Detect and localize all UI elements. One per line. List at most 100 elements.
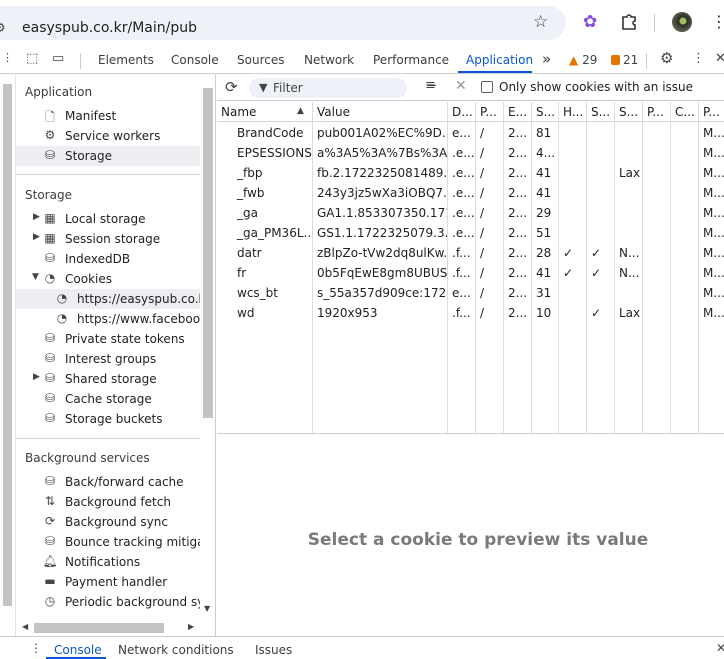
sidebar-item-bounce-tracking[interactable]: ⛁ Bounce tracking mitigations: [16, 532, 200, 552]
expand-arrow-icon[interactable]: ▶: [33, 212, 40, 222]
table-row[interactable]: _fwb 243y3jz5wXa3iOBQ7... .e... / 2... 41 M...: [217, 183, 724, 203]
sidebar-item-storage-buckets[interactable]: ⛁ Storage buckets: [16, 409, 200, 429]
sidebar-item-cookies[interactable]: ▼ ◔ Cookies: [16, 269, 200, 289]
delete-selected-icon[interactable]: ✕: [455, 78, 467, 94]
sidebar-vertical-scrollbar[interactable]: ▼: [202, 74, 214, 624]
tab-sources[interactable]: Sources: [237, 53, 284, 67]
site-settings-icon[interactable]: ⚙: [0, 21, 6, 36]
inspect-element-icon[interactable]: ⬚: [26, 51, 38, 66]
sidebar-item-private-state-tokens[interactable]: ⛁ Private state tokens: [16, 329, 200, 349]
left-scroll-thumb[interactable]: [3, 84, 12, 606]
table-row[interactable]: _ga GA1.1.853307350.171... .e... / 2... 29 M..…: [217, 203, 724, 223]
extensions-puzzle-icon[interactable]: [620, 12, 638, 30]
collapse-arrow-icon[interactable]: ▼: [32, 272, 39, 282]
preview-message: Select a cookie to preview its value: [307, 530, 649, 550]
sidebar-item-session-storage[interactable]: ▶ ▦ Session storage: [16, 229, 200, 249]
scroll-left-icon[interactable]: ◀: [22, 622, 28, 631]
col-value-header[interactable]: Value: [313, 102, 448, 122]
filter-input[interactable]: [273, 80, 401, 96]
tab-console[interactable]: Console: [171, 53, 219, 67]
col-size-header[interactable]: S...: [532, 102, 559, 122]
scroll-right-icon[interactable]: ▶: [188, 622, 194, 631]
table-row[interactable]: wcs_bt s_55a357d909ce:172... e... / 2... 31 M.…: [217, 283, 724, 303]
expand-arrow-icon[interactable]: ▶: [33, 372, 40, 382]
scroll-down-icon[interactable]: ▼: [204, 604, 210, 613]
drawer-tab-issues[interactable]: Issues: [255, 643, 292, 657]
sidebar-item-manifest[interactable]: 🗋 Manifest: [16, 106, 200, 126]
col-httponly-header[interactable]: H...: [559, 102, 587, 122]
column-divider[interactable]: [447, 102, 448, 433]
sidebar-item-service-workers[interactable]: ⚙ Service workers: [16, 126, 200, 146]
tab-application[interactable]: Application: [466, 53, 533, 67]
col-domain-header[interactable]: D...: [448, 102, 476, 122]
sidebar-item-cache-storage[interactable]: ⛁ Cache storage: [16, 389, 200, 409]
drawer-tab-network-conditions[interactable]: Network conditions: [118, 643, 234, 657]
browser-menu-icon[interactable]: ⋮: [711, 12, 724, 31]
settings-gear-icon[interactable]: ⚙: [660, 49, 673, 67]
col-path-header[interactable]: P...: [476, 102, 504, 122]
col-secure-header[interactable]: S...: [587, 102, 615, 122]
table-row[interactable]: fr 0b5FqEwE8gm8UBUS... .f... / 2... 41 ✓ ✓ N... M…: [217, 263, 724, 283]
table-row[interactable]: _ga_PM36L... GS1.1.1722325079.3.... .e... /…: [217, 223, 724, 243]
extension-icon[interactable]: ✿: [583, 12, 597, 32]
issues-counter[interactable]: 21: [611, 53, 638, 67]
column-divider[interactable]: [312, 102, 313, 433]
table-row[interactable]: BrandCode pub001A02%EC%9D... e... / 2... 81 M.…: [217, 123, 724, 143]
sidebar-item-background-sync[interactable]: ⟳ Background sync: [16, 512, 200, 532]
column-divider[interactable]: [558, 102, 559, 433]
col-partition-key-header[interactable]: P...: [643, 102, 671, 122]
sidebar-item-payment-handler[interactable]: ▬ Payment handler: [16, 572, 200, 592]
refresh-icon[interactable]: ⟳: [225, 78, 238, 96]
close-devtools-icon[interactable]: ✕: [715, 51, 724, 66]
profile-avatar[interactable]: [672, 12, 692, 32]
devtools-menu-icon[interactable]: ⋮: [692, 51, 705, 66]
sidebar-item-cookie-facebook[interactable]: ◔ https://www.facebook.com: [16, 309, 200, 329]
sidebar-item-shared-storage[interactable]: ▶ ⛁ Shared storage: [16, 369, 200, 389]
sidebar-item-interest-groups[interactable]: ⛁ Interest groups: [16, 349, 200, 369]
table-row[interactable]: wd 1920x953 .f... / 2... 10 ✓ Lax M...: [217, 303, 724, 323]
column-divider[interactable]: [698, 102, 699, 433]
column-divider[interactable]: [475, 102, 476, 433]
clear-all-cookies-icon[interactable]: ≡̶: [425, 78, 436, 93]
drawer-tab-console[interactable]: Console: [54, 643, 102, 657]
column-divider[interactable]: [670, 102, 671, 433]
table-row[interactable]: datr zBlpZo-tVw2dq8ulKw... .f... / 2... 28 ✓ ✓ N…: [217, 243, 724, 263]
sidebar-item-cookie-easyspub[interactable]: ◔ https://easyspub.co.kr: [16, 289, 200, 309]
tab-performance[interactable]: Performance: [373, 53, 449, 67]
sidebar-item-background-fetch[interactable]: ⇅ Background fetch: [16, 492, 200, 512]
sidebar-item-notifications[interactable]: 🔔︎ Notifications: [16, 552, 200, 572]
drawer-menu-icon[interactable]: ⋮: [30, 641, 42, 655]
tab-network[interactable]: Network: [304, 53, 354, 67]
col-expires-header[interactable]: E...: [504, 102, 532, 122]
tab-elements[interactable]: Elements: [98, 53, 154, 67]
sidebar-item-storage[interactable]: ⛁ Storage: [16, 146, 200, 166]
only-issue-checkbox[interactable]: [481, 81, 493, 93]
sidebar-item-periodic-sync[interactable]: ◷ Periodic background sync: [16, 592, 200, 612]
sidebar-item-bfcache[interactable]: ⛁ Back/forward cache: [16, 472, 200, 492]
url-text[interactable]: easyspub.co.kr/Main/pub: [22, 20, 197, 36]
sidebar-horizontal-scrollbar[interactable]: ◀ ▶: [16, 621, 200, 635]
col-samesite-header[interactable]: S...: [615, 102, 643, 122]
sidebar-item-indexeddb[interactable]: ⛁ IndexedDB: [16, 249, 200, 269]
filter-box[interactable]: ▼: [249, 78, 407, 98]
sidebar-scroll-thumb[interactable]: [203, 88, 213, 418]
sidebar-hscroll-thumb[interactable]: [34, 623, 164, 633]
column-divider[interactable]: [503, 102, 504, 433]
table-row[interactable]: EPSESSIONS a%3A5%3A%7Bs%3A... .e... / 2... 4.…: [217, 143, 724, 163]
column-divider[interactable]: [642, 102, 643, 433]
collapse-icon[interactable]: ⋮: [2, 51, 13, 64]
column-divider[interactable]: [531, 102, 532, 433]
expand-arrow-icon[interactable]: ▶: [33, 232, 40, 242]
column-divider[interactable]: [586, 102, 587, 433]
close-drawer-icon[interactable]: ✕: [716, 641, 724, 655]
col-cross-site-header[interactable]: C...: [671, 102, 699, 122]
column-divider[interactable]: [614, 102, 615, 433]
warnings-counter[interactable]: ▲ 29: [569, 53, 597, 67]
sidebar-item-local-storage[interactable]: ▶ ▦ Local storage: [16, 209, 200, 229]
bookmark-star-icon[interactable]: ☆: [533, 12, 548, 32]
col-priority-header[interactable]: P...: [699, 102, 724, 122]
more-tabs-icon[interactable]: »: [542, 50, 551, 68]
device-toolbar-icon[interactable]: ▭: [52, 51, 64, 66]
table-row[interactable]: _fbp fb.2.1722325081489.... .e... / 2... 41 La…: [217, 163, 724, 183]
address-bar[interactable]: ⚙ easyspub.co.kr/Main/pub: [0, 6, 566, 40]
